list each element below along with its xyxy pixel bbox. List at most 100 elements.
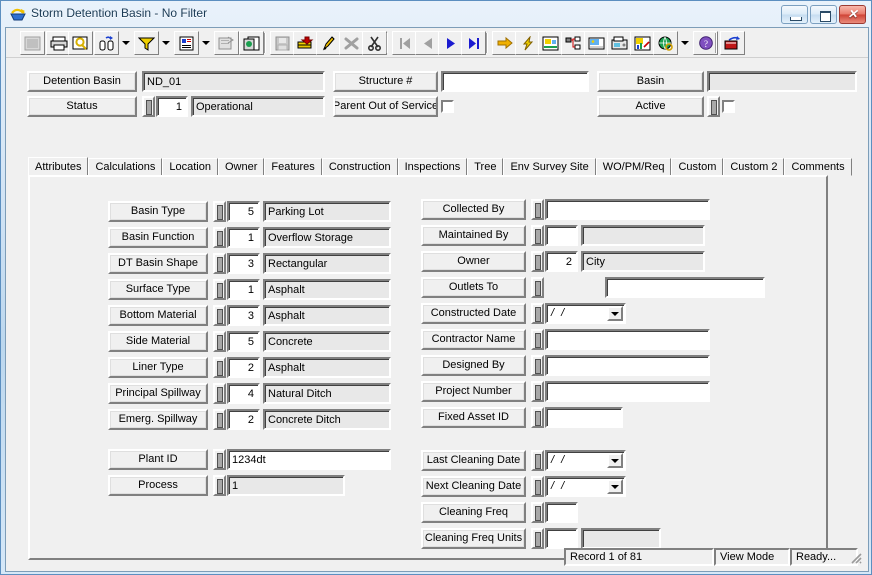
tab-features[interactable]: Features: [264, 158, 322, 176]
tab-custom[interactable]: Custom: [671, 158, 724, 176]
print-preview-grid-icon[interactable]: [20, 31, 45, 55]
detention-basin-label-button[interactable]: Detention Basin: [27, 71, 137, 92]
field-label-dt-basin-shape[interactable]: DT Basin Shape: [108, 253, 208, 274]
code-principal-spillway[interactable]: 4: [227, 383, 260, 404]
active-label-button[interactable]: Active: [597, 96, 704, 117]
basin-input[interactable]: [707, 71, 857, 92]
picker-emerg-spillway[interactable]: [213, 409, 226, 430]
picker-surface-type[interactable]: [213, 279, 226, 300]
field-label-principal-spillway[interactable]: Principal Spillway: [108, 383, 208, 404]
picker-cleaning-freq-units[interactable]: [531, 528, 544, 549]
field-label-emerg-spillway[interactable]: Emerg. Spillway: [108, 409, 208, 430]
code-liner-type[interactable]: 2: [227, 357, 260, 378]
picker-side-material[interactable]: [213, 331, 226, 352]
find-dropdown-caret-icon[interactable]: [119, 31, 132, 55]
field-label-basin-function[interactable]: Basin Function: [108, 227, 208, 248]
field-label-process[interactable]: Process: [108, 475, 208, 496]
structure-number-input[interactable]: [441, 71, 589, 92]
input-process[interactable]: 1: [227, 475, 345, 496]
restore-button[interactable]: [810, 5, 837, 24]
tab-attributes[interactable]: Attributes: [28, 157, 89, 177]
date-combo-last-cleaning-date[interactable]: / /: [545, 450, 626, 471]
tab-wo-pm-req[interactable]: WO/PM/Req: [595, 158, 672, 176]
edit-pencil-icon[interactable]: [316, 31, 341, 55]
basin-label-button[interactable]: Basin: [597, 71, 704, 92]
picker-liner-type[interactable]: [213, 357, 226, 378]
input-project-number[interactable]: [545, 381, 710, 402]
status-label-button[interactable]: Status: [27, 96, 137, 117]
description-side-material[interactable]: Concrete: [263, 331, 391, 352]
tab-inspections[interactable]: Inspections: [397, 158, 468, 176]
chart-report-icon[interactable]: [630, 31, 655, 55]
description-principal-spillway[interactable]: Natural Ditch: [263, 383, 391, 404]
input-plant-id[interactable]: 1234dt: [227, 449, 391, 470]
field-label-cleaning-freq-units[interactable]: Cleaning Freq Units: [421, 528, 526, 549]
goto-arrow-icon[interactable]: [492, 31, 517, 55]
tab-tree[interactable]: Tree: [467, 158, 504, 176]
field-label-side-material[interactable]: Side Material: [108, 331, 208, 352]
picker-constructed-date[interactable]: [531, 303, 544, 324]
field-label-contractor-name[interactable]: Contractor Name: [421, 329, 526, 350]
picker-maintained-by[interactable]: [531, 225, 544, 246]
field-label-liner-type[interactable]: Liner Type: [108, 357, 208, 378]
lightning-action-icon[interactable]: [515, 31, 540, 55]
tree-hierarchy-icon[interactable]: [561, 31, 586, 55]
field-label-bottom-material[interactable]: Bottom Material: [108, 305, 208, 326]
report-dropdown-caret-icon[interactable]: [199, 31, 212, 55]
parent-out-of-service-checkbox[interactable]: [441, 100, 454, 113]
date-combo-next-cleaning-date[interactable]: / /: [545, 476, 626, 497]
structure-number-label-button[interactable]: Structure #: [333, 71, 438, 92]
tab-calculations[interactable]: Calculations: [88, 158, 163, 176]
form-properties-icon[interactable]: [214, 31, 239, 55]
input-collected-by[interactable]: [545, 199, 710, 220]
minimize-button[interactable]: [781, 5, 808, 24]
picker-fixed-asset-id[interactable]: [531, 407, 544, 428]
description-basin-function[interactable]: Overflow Storage: [263, 227, 391, 248]
tab-owner[interactable]: Owner: [217, 158, 265, 176]
field-label-maintained-by[interactable]: Maintained By: [421, 225, 526, 246]
date-combo-constructed-date[interactable]: / /: [545, 303, 626, 324]
picker-project-number[interactable]: [531, 381, 544, 402]
field-label-plant-id[interactable]: Plant ID: [108, 449, 208, 470]
last-record-icon[interactable]: [461, 31, 486, 55]
resize-grip-icon[interactable]: [849, 551, 863, 565]
field-label-next-cleaning-date[interactable]: Next Cleaning Date: [421, 476, 526, 497]
picker-basin-function[interactable]: [213, 227, 226, 248]
code-basin-function[interactable]: 1: [227, 227, 260, 248]
picker-plant-id[interactable]: [213, 449, 226, 470]
active-checkbox[interactable]: [722, 100, 735, 113]
field-label-collected-by[interactable]: Collected By: [421, 199, 526, 220]
field-label-designed-by[interactable]: Designed By: [421, 355, 526, 376]
code-owner[interactable]: 2: [545, 251, 578, 272]
globe-dropdown-caret-icon[interactable]: [678, 31, 691, 55]
code-dt-basin-shape[interactable]: 3: [227, 253, 260, 274]
code-bottom-material[interactable]: 3: [227, 305, 260, 326]
picker-next-cleaning-date[interactable]: [531, 476, 544, 497]
input-designed-by[interactable]: [545, 355, 710, 376]
picker-contractor-name[interactable]: [531, 329, 544, 350]
picker-cleaning-freq[interactable]: [531, 502, 544, 523]
date-dropdown-arrow-icon[interactable]: [607, 479, 623, 494]
field-label-basin-type[interactable]: Basin Type: [108, 201, 208, 222]
picker-basin-type[interactable]: [213, 201, 226, 222]
description-emerg-spillway[interactable]: Concrete Ditch: [263, 409, 391, 430]
picker-bottom-material[interactable]: [213, 305, 226, 326]
picker-collected-by[interactable]: [531, 199, 544, 220]
add-record-icon[interactable]: [293, 31, 318, 55]
date-dropdown-arrow-icon[interactable]: [607, 453, 623, 468]
description-surface-type[interactable]: Asphalt: [263, 279, 391, 300]
picker-principal-spillway[interactable]: [213, 383, 226, 404]
picker-dt-basin-shape[interactable]: [213, 253, 226, 274]
field-label-constructed-date[interactable]: Constructed Date: [421, 303, 526, 324]
input-fixed-asset-id[interactable]: [545, 407, 623, 428]
code-maintained-by[interactable]: [545, 225, 578, 246]
previous-record-icon[interactable]: [415, 31, 440, 55]
picker-process[interactable]: [213, 475, 226, 496]
code-surface-type[interactable]: 1: [227, 279, 260, 300]
description-owner[interactable]: City: [581, 251, 705, 272]
report-document-icon[interactable]: [174, 31, 199, 55]
picker-owner[interactable]: [531, 251, 544, 272]
field-label-fixed-asset-id[interactable]: Fixed Asset ID: [421, 407, 526, 428]
detention-basin-input[interactable]: ND_01: [142, 71, 325, 92]
field-label-last-cleaning-date[interactable]: Last Cleaning Date: [421, 450, 526, 471]
